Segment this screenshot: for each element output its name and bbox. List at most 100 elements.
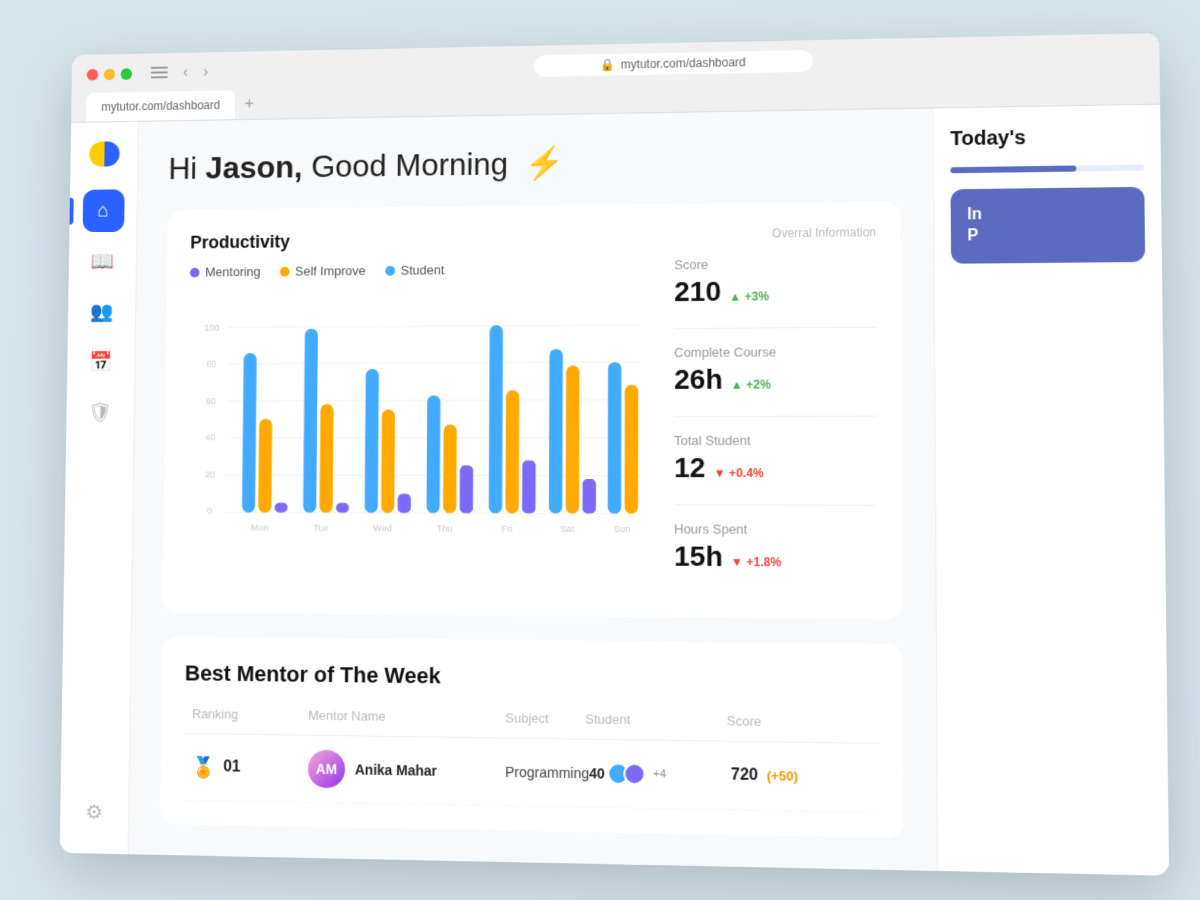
chart-title: Productivity	[190, 228, 650, 253]
stat-student-value: 12	[674, 452, 705, 484]
stat-student-label: Total Student	[674, 433, 877, 448]
greeting-prefix: Hi	[168, 151, 206, 186]
mentor-name: Anika Mahar	[355, 761, 437, 778]
sidebar-item-calendar[interactable]: 📅	[80, 340, 122, 383]
legend-self-improve: Self Improve	[280, 263, 366, 278]
stat-total-student: Total Student 12 ▼ +0.4%	[674, 433, 877, 485]
chart-legend: Mentoring Self Improve Student	[190, 261, 650, 280]
svg-text:0: 0	[207, 506, 212, 516]
svg-text:Fri: Fri	[502, 524, 513, 534]
col-student: Student	[585, 711, 726, 728]
svg-text:80: 80	[206, 359, 216, 369]
student-label: Student	[401, 262, 445, 277]
sidebar-item-home[interactable]: ⌂	[82, 189, 124, 232]
student-cell: 40 +4	[589, 762, 731, 787]
tab-label: mytutor.com/dashboard	[101, 98, 220, 114]
student-more-badge: +4	[653, 768, 666, 780]
score-value: 720	[731, 766, 758, 784]
app-logo	[89, 141, 120, 166]
users-icon: 👥	[90, 299, 114, 323]
mentoring-dot	[190, 267, 200, 277]
mentor-avatar: AM	[308, 750, 346, 789]
svg-text:40: 40	[205, 432, 215, 442]
svg-text:Tue: Tue	[313, 523, 328, 533]
legend-mentoring: Mentoring	[190, 264, 261, 279]
chart-area: Productivity Mentoring Self Improve	[186, 228, 650, 593]
sidebar-item-books[interactable]: 📖	[81, 239, 123, 282]
stat-complete-course: Complete Course 26h ▲ +2%	[674, 344, 877, 396]
right-panel: Today's InP	[933, 105, 1169, 876]
svg-text:Sun: Sun	[614, 524, 631, 534]
settings-icon: ⚙	[85, 799, 103, 824]
browser-window: ‹ › 🔒 mytutor.com/dashboard mytutor.com/…	[60, 33, 1169, 876]
app-body: ⌂ 📖 👥 📅 🛡 ⚙ Hi Jason	[60, 105, 1169, 876]
sidebar-item-settings[interactable]: ⚙	[73, 790, 116, 834]
svg-text:Sat: Sat	[560, 524, 574, 534]
chart-svg: 100 80 60 40 20 0	[186, 291, 650, 571]
highlight-card-title: InP	[967, 203, 1128, 247]
student-dot	[385, 265, 395, 275]
calendar-icon: 📅	[89, 349, 113, 373]
rank-cell: 🏅 01	[191, 754, 308, 781]
lock-icon: 🔒	[600, 58, 615, 72]
maximize-button[interactable]	[121, 68, 132, 80]
student-avatars	[613, 762, 645, 785]
greeting-suffix: Good Morning	[302, 146, 508, 184]
self-improve-label: Self Improve	[295, 263, 366, 278]
new-tab-button[interactable]: +	[239, 90, 260, 119]
stat-hours-spent: Hours Spent 15h ▼ +1.8%	[674, 521, 878, 574]
svg-text:Mon: Mon	[251, 523, 269, 533]
mentor-section: Best Mentor of The Week Ranking Mentor N…	[160, 637, 904, 839]
stat-hours-label: Hours Spent	[674, 521, 877, 537]
stat-score-change: ▲ +3%	[729, 289, 769, 303]
col-subject: Subject	[505, 710, 585, 726]
productivity-section: Productivity Mentoring Self Improve	[163, 201, 903, 619]
self-improve-dot	[280, 266, 290, 276]
stat-score: Score 210 ▲ +3%	[674, 255, 876, 308]
mentoring-label: Mentoring	[205, 264, 260, 279]
stat-hours-value: 15h	[674, 540, 723, 573]
student-count: 40	[589, 765, 605, 781]
mentor-section-title: Best Mentor of The Week	[185, 661, 879, 695]
stat-score-value: 210	[674, 276, 721, 308]
browser-tab[interactable]: mytutor.com/dashboard	[86, 90, 235, 121]
col-mentor-name: Mentor Name	[308, 708, 505, 726]
sidebar: ⌂ 📖 👥 📅 🛡 ⚙	[60, 122, 139, 854]
url-text: mytutor.com/dashboard	[621, 55, 746, 71]
mentor-table: Ranking Mentor Name Subject Student Scor…	[183, 706, 878, 813]
overall-label: Overral Information	[674, 225, 876, 241]
rank-medal-icon: 🏅	[191, 754, 215, 779]
highlight-card[interactable]: InP	[951, 187, 1146, 263]
stat-course-change: ▲ +2%	[731, 378, 771, 392]
forward-button[interactable]: ›	[199, 64, 212, 82]
stat-hours-change: ▼ +1.8%	[731, 555, 781, 569]
close-button[interactable]	[87, 69, 98, 81]
student-avatar-2	[623, 763, 645, 786]
score-gain: (+50)	[767, 768, 798, 784]
productivity-chart: 100 80 60 40 20 0	[186, 291, 650, 571]
stat-student-change: ▼ +0.4%	[714, 466, 764, 480]
svg-text:60: 60	[206, 396, 216, 406]
greeting: Hi Jason, Good Morning ⚡	[168, 139, 900, 187]
svg-text:20: 20	[205, 470, 215, 480]
stat-course-label: Complete Course	[674, 344, 877, 360]
svg-text:Wed: Wed	[373, 523, 392, 533]
traffic-lights	[87, 68, 132, 80]
stat-course-value: 26h	[674, 364, 723, 396]
legend-student: Student	[385, 262, 444, 277]
greeting-emoji: ⚡	[525, 145, 564, 181]
mentor-name-cell: AM Anika Mahar	[308, 750, 506, 791]
todays-label: Today's	[950, 125, 1144, 151]
sidebar-item-users[interactable]: 👥	[81, 290, 123, 333]
table-row: 🏅 01 AM Anika Mahar Programming	[183, 734, 878, 813]
home-icon: ⌂	[97, 200, 109, 222]
col-ranking: Ranking	[192, 706, 309, 722]
back-button[interactable]: ‹	[179, 64, 192, 82]
minimize-button[interactable]	[104, 69, 115, 81]
main-content: Hi Jason, Good Morning ⚡ Productivity Me…	[129, 108, 938, 870]
svg-text:Thu: Thu	[437, 523, 453, 533]
sidebar-toggle-icon[interactable]	[151, 67, 168, 81]
stat-score-label: Score	[674, 255, 876, 272]
greeting-name: Jason,	[205, 149, 302, 185]
sidebar-item-shield[interactable]: 🛡	[79, 391, 121, 434]
